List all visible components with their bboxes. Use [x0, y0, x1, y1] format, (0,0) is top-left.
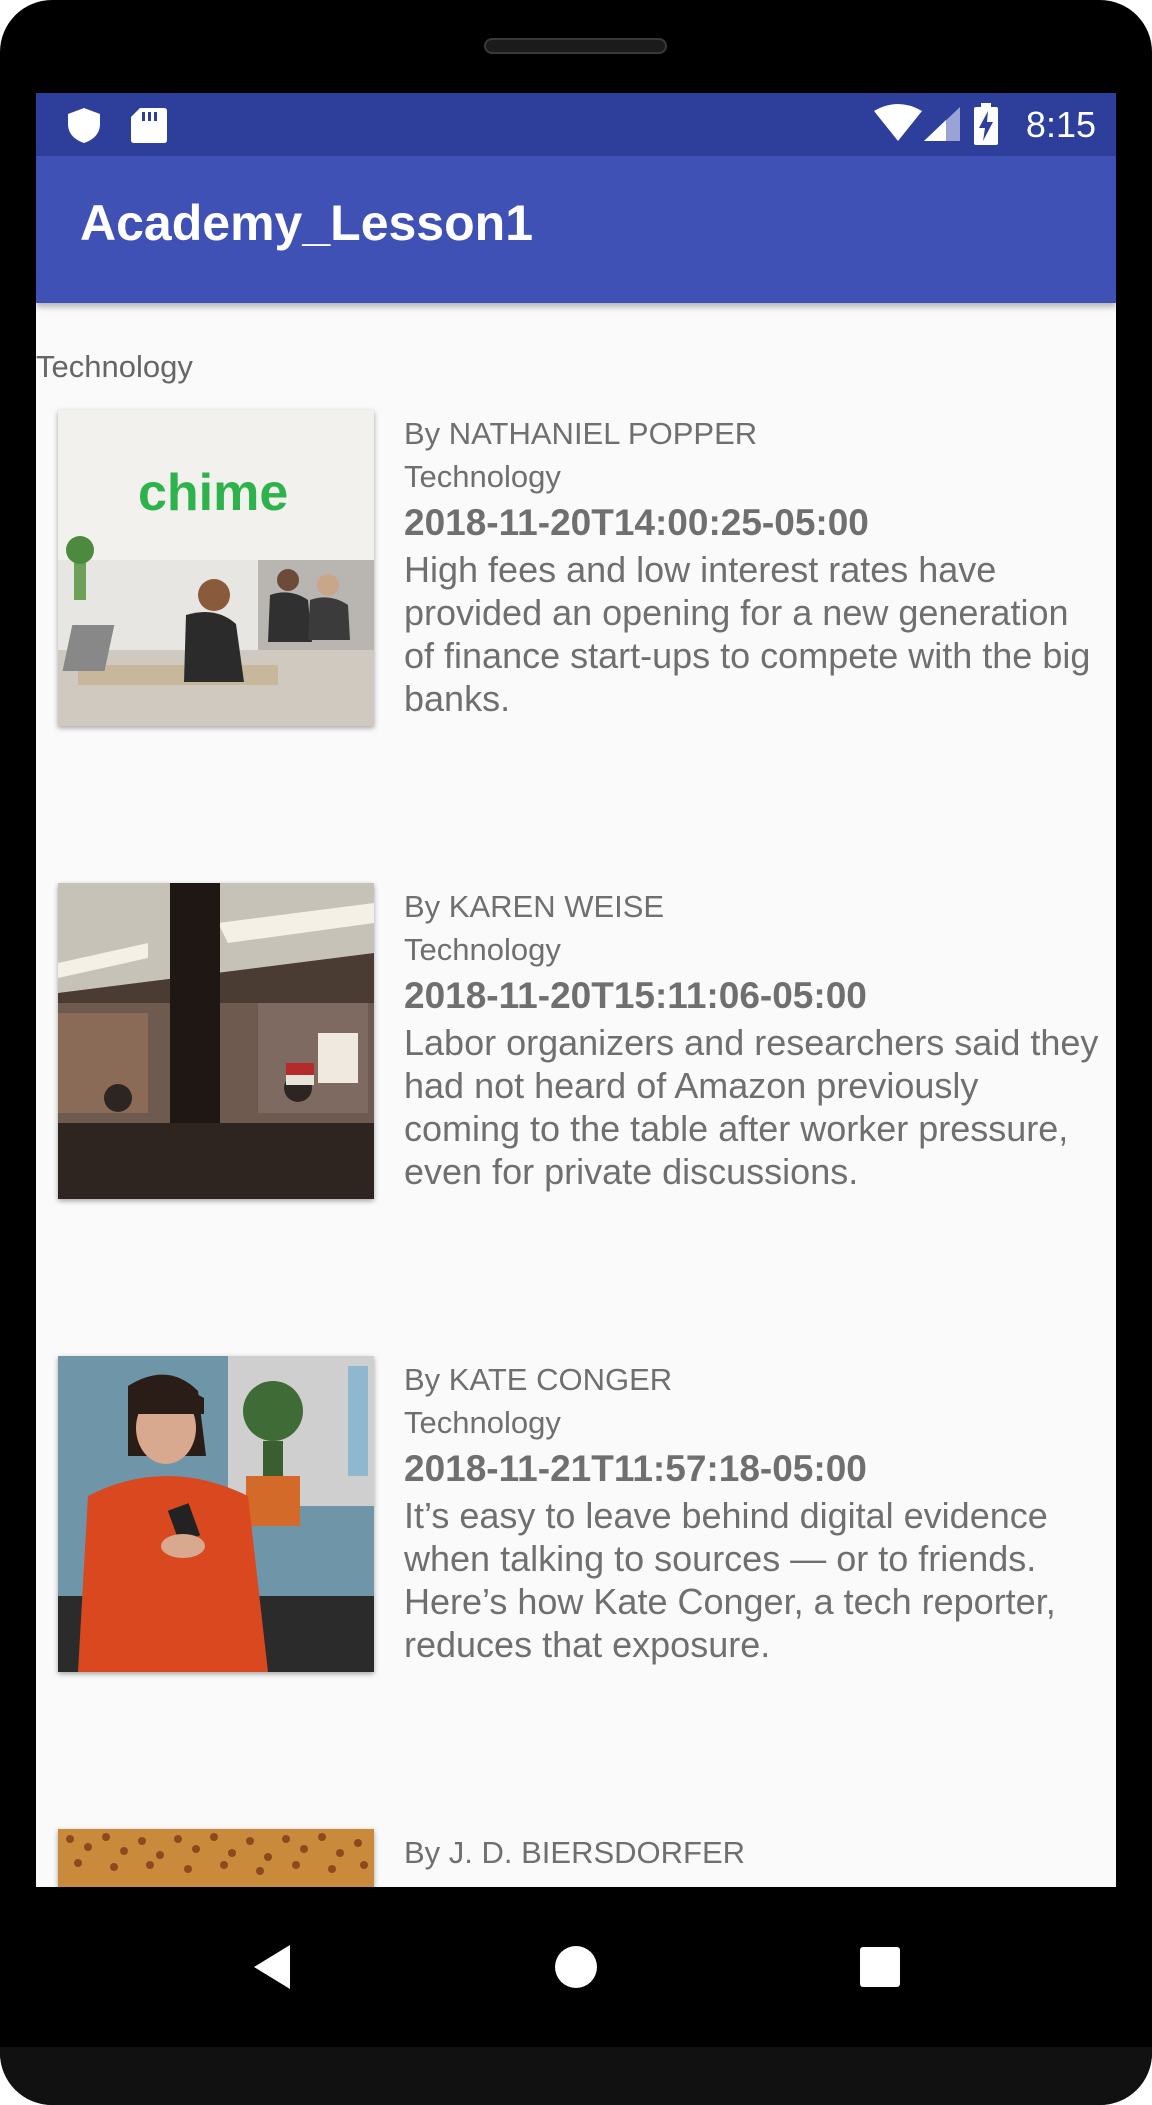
article-item[interactable]: By KAREN WEISE Technology 2018-11-20T15:… [58, 883, 1116, 1203]
article-section: Technology [404, 1405, 561, 1440]
article-thumbnail[interactable] [58, 883, 374, 1199]
article-byline: By KAREN WEISE [404, 889, 665, 924]
article-abstract: It’s easy to leave behind digital eviden… [404, 1495, 1056, 1665]
article-date: 2018-11-20T14:00:25-05:00 [404, 502, 869, 543]
battery-charging-icon [973, 103, 998, 145]
article-byline: By J. D. BIERSDORFER [404, 1835, 746, 1870]
status-time: 8:15 [1025, 104, 1096, 145]
device-bottom-edge [0, 2047, 1152, 2105]
section-header: Technology [36, 349, 193, 384]
article-abstract: Labor organizers and researchers said th… [404, 1022, 1099, 1192]
screen: 8:15 Academy_Lesson1 Technology chime By… [36, 93, 1116, 1887]
article-byline: By KATE CONGER [404, 1362, 673, 1397]
wifi-icon [873, 104, 922, 141]
app-bar: Academy_Lesson1 [36, 156, 1116, 303]
chime-logo-text: chime [138, 464, 288, 522]
article-item[interactable]: By KATE CONGER Technology 2018-11-21T11:… [58, 1356, 1116, 1676]
speaker-grille [484, 38, 667, 54]
article-section: Technology [404, 459, 561, 494]
article-item[interactable]: By J. D. BIERSDORFER [58, 1829, 1116, 1887]
article-thumbnail[interactable] [58, 1356, 374, 1672]
article-info: By J. D. BIERSDORFER [404, 1829, 1104, 1875]
article-thumbnail[interactable]: chime [58, 410, 374, 726]
device-frame: 8:15 Academy_Lesson1 Technology chime By… [0, 0, 1152, 2105]
cell-signal-icon [923, 107, 960, 141]
article-section: Technology [404, 932, 561, 967]
article-date: 2018-11-20T15:11:06-05:00 [404, 975, 867, 1016]
status-bar: 8:15 [36, 93, 1116, 156]
status-right-icons: 8:15 [873, 103, 1096, 147]
article-info: By KAREN WEISE Technology 2018-11-20T15:… [404, 883, 1104, 1193]
article-info: By KATE CONGER Technology 2018-11-21T11:… [404, 1356, 1104, 1666]
article-date: 2018-11-21T11:57:18-05:00 [404, 1448, 867, 1489]
article-thumbnail[interactable] [58, 1829, 374, 1887]
recents-icon[interactable] [840, 1927, 920, 2007]
status-left-icons [66, 106, 186, 144]
back-icon[interactable] [232, 1927, 312, 2007]
navigation-bar [0, 1887, 1152, 2047]
article-item[interactable]: chime By NATHANIEL POPPER Technology 201… [58, 410, 1116, 730]
app-title: Academy_Lesson1 [80, 195, 534, 251]
shield-icon [68, 108, 100, 143]
article-abstract: High fees and low interest rates have pr… [404, 549, 1091, 719]
sd-card-icon [131, 108, 167, 143]
article-info: By NATHANIEL POPPER Technology 2018-11-2… [404, 410, 1104, 720]
home-icon[interactable] [536, 1927, 616, 2007]
article-byline: By NATHANIEL POPPER [404, 416, 758, 451]
